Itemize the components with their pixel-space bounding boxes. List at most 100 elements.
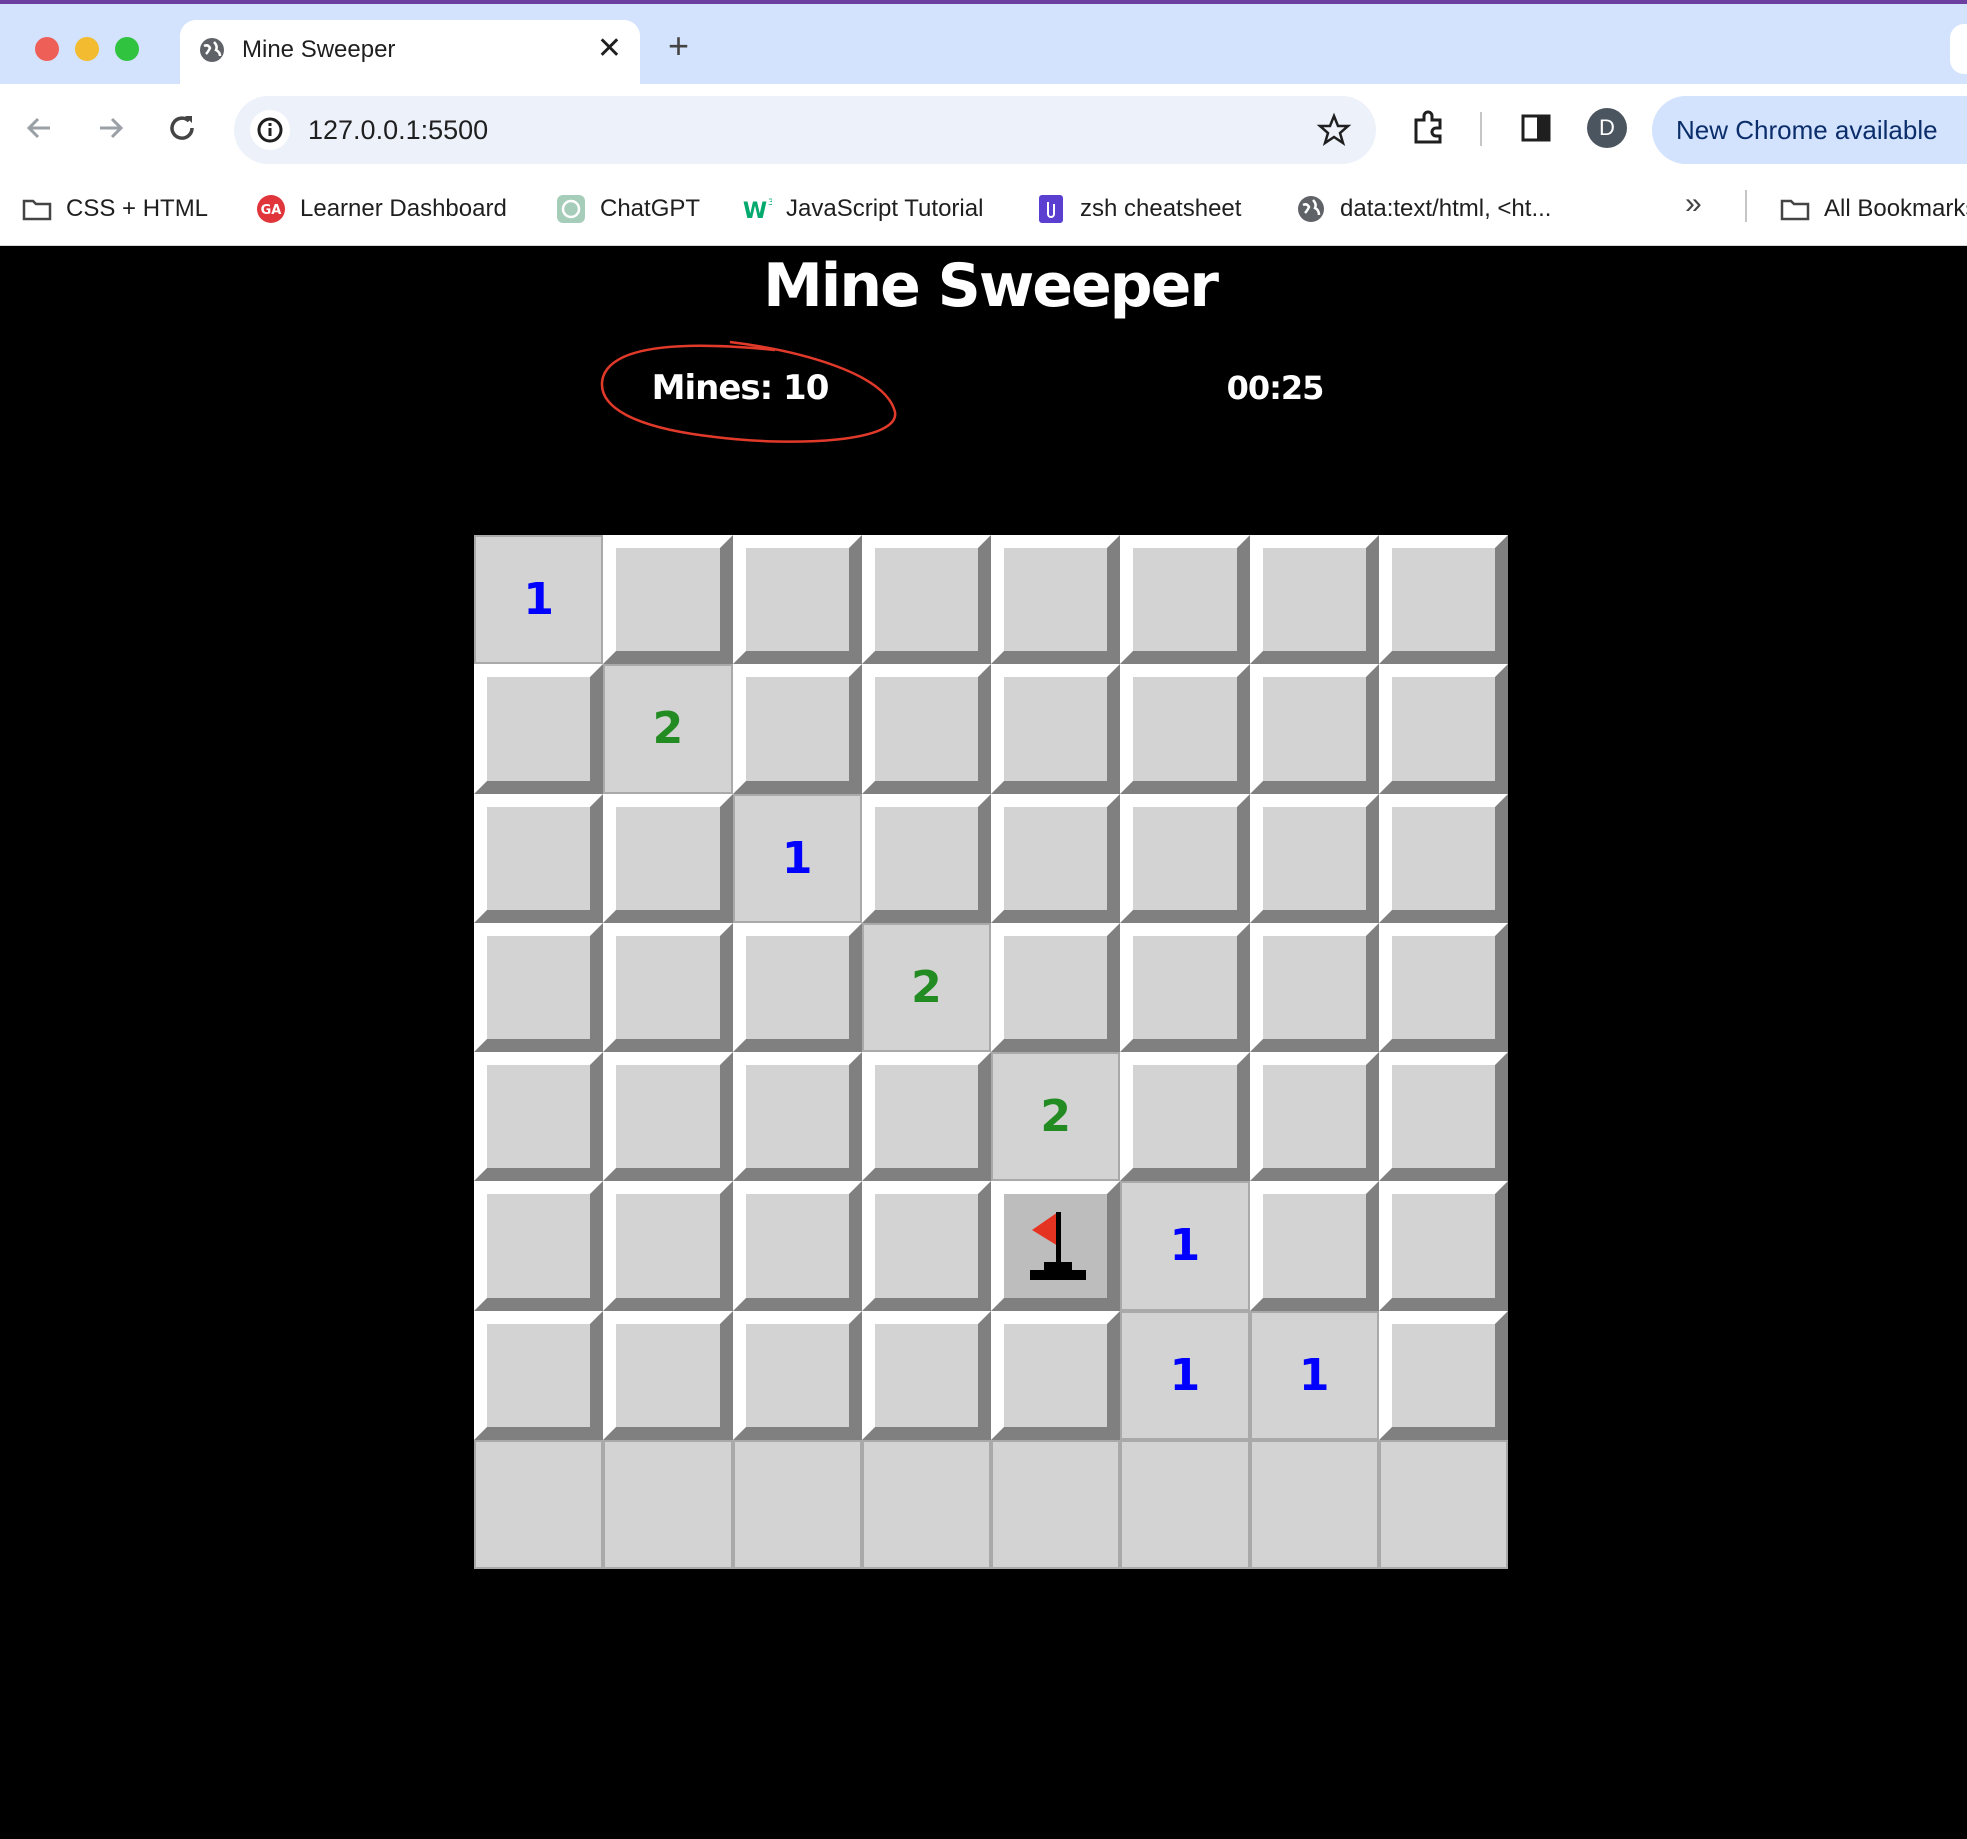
covered-cell[interactable]	[603, 1181, 733, 1311]
maximize-window-button[interactable]	[115, 37, 139, 61]
minimize-window-button[interactable]	[75, 37, 99, 61]
covered-cell[interactable]	[861, 1052, 991, 1182]
covered-cell[interactable]	[991, 793, 1121, 923]
close-window-button[interactable]	[35, 37, 59, 61]
new-chrome-available-button[interactable]: New Chrome available	[1652, 96, 1967, 164]
covered-cell[interactable]	[1249, 793, 1379, 923]
covered-cell[interactable]	[603, 535, 733, 665]
covered-cell[interactable]	[991, 922, 1121, 1052]
bookmark-css-html[interactable]: CSS + HTML	[22, 190, 208, 228]
covered-cell[interactable]	[732, 1181, 862, 1311]
revealed-number-cell[interactable]: 1	[1249, 1310, 1379, 1440]
covered-cell[interactable]	[474, 922, 604, 1052]
covered-cell[interactable]	[732, 1310, 862, 1440]
covered-cell[interactable]	[1378, 1052, 1508, 1182]
covered-cell[interactable]	[474, 1181, 604, 1311]
tab-search-button[interactable]	[1950, 24, 1967, 74]
reload-icon[interactable]	[162, 108, 202, 148]
paperclip-icon	[1039, 195, 1063, 223]
folder-icon	[1780, 199, 1810, 221]
covered-cell[interactable]	[991, 664, 1121, 794]
covered-cell[interactable]	[474, 1052, 604, 1182]
revealed-number-cell[interactable]: 1	[732, 793, 862, 923]
revealed-empty-cell[interactable]	[474, 1439, 604, 1569]
covered-cell[interactable]	[603, 793, 733, 923]
tab-close-icon[interactable]: ✕	[597, 32, 622, 66]
covered-cell[interactable]	[861, 1310, 991, 1440]
covered-cell[interactable]	[474, 664, 604, 794]
revealed-number-cell[interactable]: 1	[1120, 1310, 1250, 1440]
revealed-empty-cell[interactable]	[1378, 1439, 1508, 1569]
covered-cell[interactable]	[1249, 535, 1379, 665]
covered-cell[interactable]	[474, 793, 604, 923]
revealed-empty-cell[interactable]	[603, 1439, 733, 1569]
side-panel-icon[interactable]	[1516, 108, 1556, 148]
all-bookmarks-button[interactable]: All Bookmarks	[1780, 190, 1967, 228]
covered-cell[interactable]	[603, 922, 733, 1052]
bookmark-chatgpt[interactable]: ChatGPT	[556, 190, 700, 228]
covered-cell[interactable]	[474, 1310, 604, 1440]
covered-cell[interactable]	[1120, 535, 1250, 665]
revealed-number-cell[interactable]: 2	[603, 664, 733, 794]
covered-cell[interactable]	[732, 664, 862, 794]
forward-arrow-icon[interactable]	[90, 108, 130, 148]
covered-cell[interactable]	[1120, 664, 1250, 794]
revealed-empty-cell[interactable]	[1249, 1439, 1379, 1569]
covered-cell[interactable]	[603, 1052, 733, 1182]
covered-cell[interactable]	[1249, 1052, 1379, 1182]
flagged-cell[interactable]	[991, 1181, 1121, 1311]
revealed-number-cell[interactable]: 1	[474, 535, 604, 665]
annotation-circle	[600, 340, 897, 443]
more-bookmarks-chevron-icon[interactable]: »	[1685, 186, 1702, 222]
bookmark-data-text-html[interactable]: data:text/html, <ht...	[1296, 190, 1551, 228]
bookmark-learner-dashboard[interactable]: GA Learner Dashboard	[256, 190, 507, 228]
covered-cell[interactable]	[1120, 1052, 1250, 1182]
covered-cell[interactable]	[732, 535, 862, 665]
revealed-empty-cell[interactable]	[861, 1439, 991, 1569]
site-info-icon[interactable]	[250, 110, 290, 150]
revealed-empty-cell[interactable]	[1120, 1439, 1250, 1569]
covered-cell[interactable]	[1378, 664, 1508, 794]
address-bar[interactable]: 127.0.0.1:5500	[234, 96, 1376, 164]
bookmark-label: Learner Dashboard	[300, 195, 507, 222]
covered-cell[interactable]	[991, 535, 1121, 665]
svg-text:3: 3	[768, 198, 772, 208]
back-arrow-icon[interactable]	[20, 108, 60, 148]
covered-cell[interactable]	[1120, 793, 1250, 923]
covered-cell[interactable]	[861, 664, 991, 794]
covered-cell[interactable]	[732, 922, 862, 1052]
covered-cell[interactable]	[861, 793, 991, 923]
bookmark-label: zsh cheatsheet	[1080, 195, 1242, 222]
covered-cell[interactable]	[1378, 535, 1508, 665]
folder-icon	[22, 199, 52, 221]
covered-cell[interactable]	[1378, 1310, 1508, 1440]
covered-cell[interactable]	[1249, 664, 1379, 794]
tab-mine-sweeper[interactable]: Mine Sweeper ✕	[180, 20, 640, 88]
extensions-puzzle-icon[interactable]	[1408, 108, 1448, 148]
covered-cell[interactable]	[861, 535, 991, 665]
covered-cell[interactable]	[1249, 922, 1379, 1052]
new-tab-button[interactable]: +	[668, 24, 689, 68]
covered-cell[interactable]	[991, 1310, 1121, 1440]
covered-cell[interactable]	[1120, 922, 1250, 1052]
covered-cell[interactable]	[603, 1310, 733, 1440]
revealed-number-cell[interactable]: 2	[861, 922, 991, 1052]
tab-strip: Mine Sweeper ✕ +	[0, 0, 1967, 88]
covered-cell[interactable]	[1249, 1181, 1379, 1311]
covered-cell[interactable]	[1378, 922, 1508, 1052]
revealed-number-cell[interactable]: 2	[991, 1052, 1121, 1182]
revealed-empty-cell[interactable]	[991, 1439, 1121, 1569]
bookmark-star-icon[interactable]	[1314, 110, 1354, 150]
bookmark-zsh-cheatsheet[interactable]: zsh cheatsheet	[1036, 190, 1241, 228]
covered-cell[interactable]	[1378, 793, 1508, 923]
covered-cell[interactable]	[861, 1181, 991, 1311]
revealed-empty-cell[interactable]	[732, 1439, 862, 1569]
svg-text:GA: GA	[261, 203, 282, 218]
covered-cell[interactable]	[1378, 1181, 1508, 1311]
bookmark-javascript-tutorial[interactable]: W3 JavaScript Tutorial	[742, 190, 984, 228]
tab-title: Mine Sweeper	[242, 36, 396, 63]
globe-icon	[1298, 196, 1324, 222]
profile-avatar[interactable]: D	[1587, 108, 1627, 148]
covered-cell[interactable]	[732, 1052, 862, 1182]
revealed-number-cell[interactable]: 1	[1120, 1181, 1250, 1311]
